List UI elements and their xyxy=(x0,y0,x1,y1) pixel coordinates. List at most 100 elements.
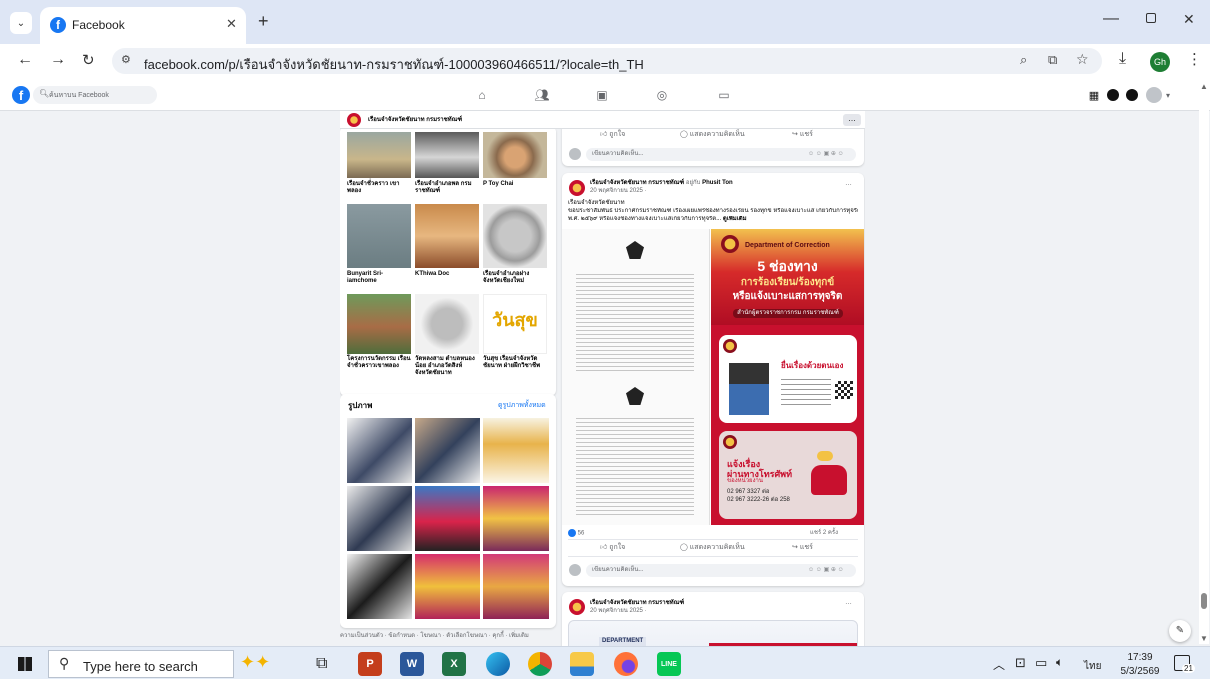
browser-tab-facebook[interactable]: f Facebook ✕ xyxy=(40,7,246,44)
tray-date[interactable]: 5/3/2569 xyxy=(1114,666,1166,677)
post-options-icon[interactable]: … xyxy=(845,598,852,607)
friend-name[interactable]: KThiwa Doc xyxy=(415,271,479,278)
comment-input[interactable]: เขียนความคิดเห็น... ☺ ☺ ▣ ⊕ ☺ xyxy=(586,564,856,577)
comment-emoji-icons[interactable]: ☺ ☺ ▣ ⊕ ☺ xyxy=(808,151,844,158)
forward-button[interactable]: → xyxy=(50,51,66,69)
post-options-icon[interactable]: … xyxy=(845,179,852,188)
photo-thumb[interactable] xyxy=(415,554,480,619)
post-image[interactable]: DEPARTMENT xyxy=(568,620,858,646)
nav-groups-icon[interactable]: ◎ xyxy=(654,87,670,103)
friend-name[interactable]: P Toy Chai xyxy=(483,181,547,188)
facebook-search-input[interactable]: 🔍︎ ค้นหาบน Facebook xyxy=(33,86,157,104)
comment-button[interactable]: ◯ แสดงความคิดเห็น xyxy=(680,543,745,552)
copilot-sparkle-icon[interactable]: ✦✦ xyxy=(240,652,270,673)
comment-button[interactable]: ◯ แสดงความคิดเห็น xyxy=(680,130,745,139)
friend-name[interactable]: วัดหลงสาม ตำบลหนองน้อย อำเภอวัดสิงห์ จัง… xyxy=(415,356,479,377)
scrollbar-up-arrow[interactable]: ▲ xyxy=(1200,82,1208,91)
browser-menu-icon[interactable]: ⋮ xyxy=(1187,50,1202,68)
post-author[interactable]: เรือนจำจังหวัดชัยนาท กรมราชทัณฑ์ xyxy=(590,600,684,607)
window-restore-button[interactable] xyxy=(1146,13,1156,23)
tray-overflow-icon[interactable]: ︿ xyxy=(993,656,1005,673)
friend-photo[interactable] xyxy=(347,294,411,354)
cast-icon[interactable]: ⧉ xyxy=(1048,52,1057,68)
friend-name[interactable]: เรือนจำอำเภอฝาง จังหวัดเชียงใหม่ xyxy=(483,271,547,285)
photo-thumb[interactable] xyxy=(347,418,412,483)
friend-name[interactable]: เรือนจำอำเภอพล กรมราชทัณฑ์ xyxy=(415,181,479,195)
scrollbar-thumb[interactable] xyxy=(1201,593,1207,609)
photo-thumb[interactable] xyxy=(483,418,549,483)
friend-name[interactable]: เรือนจำชั่วคราว เขาพลอง xyxy=(347,181,411,195)
notifications-icon[interactable] xyxy=(1126,89,1138,101)
page-avatar[interactable] xyxy=(569,599,585,615)
comment-emoji-icons[interactable]: ☺ ☺ ▣ ⊕ ☺ xyxy=(808,567,844,574)
messenger-icon[interactable] xyxy=(1107,89,1119,101)
page-avatar[interactable] xyxy=(347,113,361,127)
zoom-icon[interactable]: ⌕ xyxy=(1020,52,1027,68)
photo-thumb[interactable] xyxy=(483,554,549,619)
friend-photo[interactable] xyxy=(415,294,479,354)
reload-button[interactable]: ↻ xyxy=(82,51,95,69)
friend-name[interactable]: วันสุข เรือนจำจังหวัดชัยนาท ฝ่ายฝึกวิชาช… xyxy=(483,356,547,370)
line-app-icon[interactable]: LINE xyxy=(657,652,681,676)
windows-start-icon[interactable] xyxy=(18,657,32,671)
excel-app-icon[interactable]: X xyxy=(442,652,466,676)
friend-photo[interactable]: วันสุข xyxy=(483,294,547,354)
photo-thumb[interactable] xyxy=(347,486,412,551)
post-document-image[interactable] xyxy=(562,229,710,525)
see-all-photos-link[interactable]: ดูรูปภาพทั้งหมด xyxy=(498,401,546,410)
chrome-app-icon[interactable] xyxy=(528,652,552,676)
tab-search-button[interactable]: ⌄ xyxy=(10,12,32,34)
download-icon[interactable]: ⤓ xyxy=(1119,50,1126,68)
page-scrollbar[interactable]: ▲ ▼ xyxy=(1199,82,1209,644)
taskbar-search-box[interactable]: ⚲ Type here to search xyxy=(48,650,234,678)
file-explorer-app-icon[interactable] xyxy=(570,652,594,676)
powerpoint-app-icon[interactable]: P xyxy=(358,652,382,676)
photo-thumb[interactable] xyxy=(415,418,480,483)
reaction-summary[interactable]: 56 xyxy=(568,529,584,538)
post-date[interactable]: 20 พฤศจิกายน 2025 · xyxy=(590,188,647,195)
post-author[interactable]: เรือนจำจังหวัดชัยนาท กรมราชทัณฑ์ xyxy=(590,180,684,186)
friend-photo[interactable] xyxy=(347,204,411,268)
share-button[interactable]: ↪ แชร์ xyxy=(792,543,813,552)
account-avatar[interactable] xyxy=(1146,87,1162,103)
post-tagged-user[interactable]: Phusit Ton xyxy=(702,180,733,186)
edit-floating-button[interactable]: ✎ xyxy=(1169,620,1191,642)
friend-photo[interactable] xyxy=(347,132,411,178)
comment-input[interactable]: เขียนความคิดเห็น... ☺ ☺ ▣ ⊕ ☺ xyxy=(586,148,856,161)
like-button[interactable]: 👍︎ ถูกใจ xyxy=(600,543,625,552)
nav-video-icon[interactable]: ▣ xyxy=(594,87,610,103)
post-poster-image[interactable]: Department of Correction 5 ช่องทาง การร้… xyxy=(711,229,864,525)
nav-gaming-icon[interactable]: ▭ xyxy=(716,87,732,103)
page-more-button[interactable]: … xyxy=(843,114,861,126)
friend-photo[interactable] xyxy=(483,204,547,268)
post-date[interactable]: 20 พฤศจิกายน 2025 · xyxy=(590,608,647,615)
see-more-link[interactable]: ดูเพิ่มเติม xyxy=(723,216,747,222)
tray-network-icon[interactable]: ⊡ xyxy=(1015,655,1026,671)
task-view-icon[interactable]: ⧉ xyxy=(316,655,327,673)
profile-avatar[interactable]: Gh xyxy=(1150,52,1170,72)
window-minimize-button[interactable]: — xyxy=(1103,10,1119,28)
scrollbar-down-arrow[interactable]: ▼ xyxy=(1200,634,1208,643)
share-button[interactable]: ↪ แชร์ xyxy=(792,130,813,139)
like-button[interactable]: 👍︎ ถูกใจ xyxy=(600,130,625,139)
back-button[interactable]: ← xyxy=(17,51,33,69)
photo-thumb[interactable] xyxy=(347,554,412,619)
friend-name[interactable]: โครงการนวัตกรรม เรือนจำชั่วคราวเขาพลอง xyxy=(347,356,411,370)
facebook-logo-icon[interactable]: f xyxy=(12,86,30,104)
tray-display-icon[interactable]: ▭ xyxy=(1035,655,1047,671)
page-avatar[interactable] xyxy=(569,180,585,196)
page-name[interactable]: เรือนจำจังหวัดชัยนาท กรมราชทัณฑ์ xyxy=(368,117,462,124)
share-count[interactable]: แชร์ 2 ครั้ง xyxy=(810,530,838,537)
friend-photo[interactable] xyxy=(415,132,479,178)
friend-photo[interactable] xyxy=(415,204,479,268)
tray-time[interactable]: 17:39 xyxy=(1120,652,1160,663)
tray-language[interactable]: ไทย xyxy=(1084,659,1101,674)
nav-home-icon[interactable]: ⌂ xyxy=(474,87,490,103)
edge-app-icon[interactable] xyxy=(486,652,510,676)
firefox-app-icon[interactable] xyxy=(614,652,638,676)
address-bar[interactable]: ⚙ facebook.com/p/เรือนจำจังหวัดชัยนาท-กร… xyxy=(112,48,1102,74)
bookmark-star-icon[interactable]: ☆ xyxy=(1076,51,1089,68)
tab-close-icon[interactable]: ✕ xyxy=(226,16,237,32)
nav-friends-icon[interactable]: 👥︎ xyxy=(534,87,550,103)
footer-links[interactable]: ความเป็นส่วนตัว · ข้อกำหนด · โฆษณา · ตัว… xyxy=(340,633,556,640)
